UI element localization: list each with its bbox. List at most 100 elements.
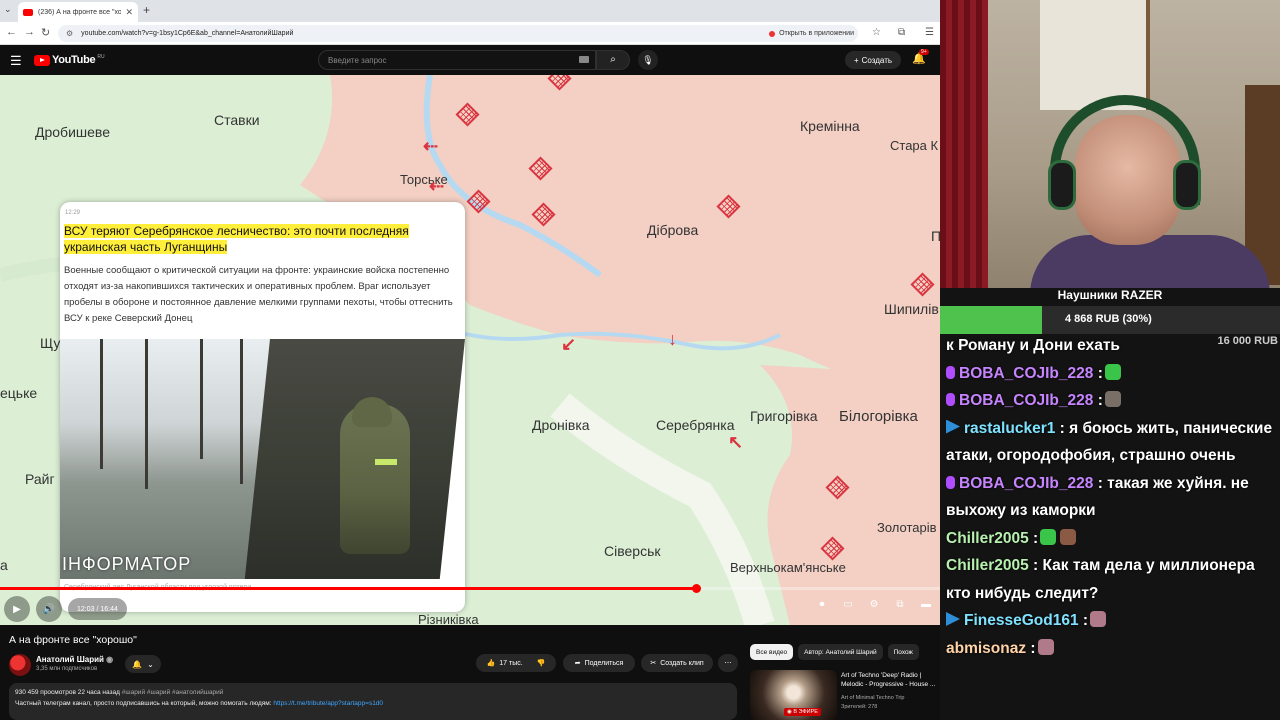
forward-icon[interactable]: → (24, 26, 35, 38)
share-button[interactable]: ➦ Поделиться (563, 654, 635, 672)
tab-strip: ⌄ (236) А на фронте все "хорошо" ✕ + (0, 0, 940, 22)
keyboard-icon[interactable] (579, 56, 589, 63)
related-video-thumbnail[interactable]: ◉ В ЭФИРЕ (750, 670, 837, 720)
chip-all-videos[interactable]: Все видео (750, 644, 794, 660)
tree-trunk (200, 339, 203, 459)
extensions-icon[interactable]: ⧉ (898, 27, 905, 38)
description-link[interactable]: https://t.me/tribute/app?startapp=s1d0 (273, 700, 383, 707)
guide-menu-icon[interactable]: ☰ (10, 53, 22, 69)
back-icon[interactable]: ← (6, 26, 17, 38)
search-button[interactable]: ⌕ (596, 50, 630, 70)
more-actions-button[interactable]: ⋯ (718, 654, 738, 672)
search-placeholder: Введите запрос (328, 55, 387, 65)
reload-icon[interactable]: ↻ (41, 26, 50, 39)
progress-handle[interactable] (691, 584, 701, 593)
mute-button[interactable]: 🔊 (36, 596, 62, 622)
new-tab-icon[interactable]: + (143, 3, 150, 17)
open-in-app-button[interactable]: Открыть в приложении (769, 25, 854, 42)
channel-avatar[interactable] (9, 654, 31, 676)
bell-icon: 🔔 (132, 659, 143, 669)
chat-text: к Роману и Дони ехать (946, 337, 1120, 354)
notifications-button[interactable]: 🔔 9+ (912, 49, 929, 65)
tab-search-icon[interactable]: ⌄ (4, 4, 12, 15)
emote-icon (1104, 391, 1121, 407)
open-in-app-label: Открыть в приложении (779, 30, 854, 37)
app-icon (769, 30, 776, 37)
theater-mode-icon[interactable]: ▬ (916, 599, 936, 617)
clip-button[interactable]: ✂ Создать клип (641, 654, 713, 672)
tree-trunk (100, 339, 103, 469)
video-description[interactable]: 930 459 просмотров 22 часа назад #шарий … (9, 683, 737, 720)
menu-icon[interactable]: ☰ (925, 27, 934, 38)
youtube-play-icon (34, 54, 50, 66)
player-controls-left: ▶ 🔊 12:03 / 16:44 (4, 596, 127, 622)
progress-bar[interactable] (0, 584, 940, 593)
bookmark-star-icon[interactable]: ☆ (872, 27, 881, 38)
chip-similar[interactable]: Похож (887, 644, 919, 660)
chat-nickname[interactable]: abmisonaz (946, 640, 1026, 657)
map-place-label: а (0, 557, 8, 573)
emote-icon (1060, 528, 1077, 545)
plus-icon: + (853, 55, 859, 65)
chat-message: BOBA_COJIb_228 : (946, 360, 1278, 388)
voice-search-button[interactable]: 🎙 (638, 50, 658, 70)
share-label: Поделиться (584, 659, 624, 667)
map-place-label: Дронівка (532, 417, 590, 433)
video-player[interactable]: Дробишеве Ставки Торське Кремінна Стара … (0, 75, 940, 625)
miniplayer-icon[interactable]: ⧉ (890, 599, 910, 617)
time-display: 12:03 / 16:44 (68, 598, 127, 620)
chat-text: : (1097, 392, 1103, 409)
chat-nickname[interactable]: Chiller2005 (946, 557, 1029, 574)
autoplay-toggle-icon[interactable]: ⏺ (812, 599, 832, 617)
map-place-label: Верхньокам'янське (730, 560, 846, 575)
chat-nickname[interactable]: rastalucker1 (964, 420, 1055, 437)
chat-nickname[interactable]: FinesseGod161 (964, 612, 1079, 629)
close-tab-icon[interactable]: ✕ (125, 7, 133, 18)
emote-icon (1104, 363, 1121, 380)
chat-nickname[interactable]: BOBA_COJIb_228 (959, 365, 1093, 382)
channel-name[interactable]: Анатолий Шарий ◉ (36, 655, 113, 664)
webcam-feed (940, 0, 1280, 288)
related-viewers: Зрителей: 278 (841, 704, 878, 710)
map-place-label: Білогорівка (839, 408, 918, 425)
player-controls-right: ⏺ ▭ ⚙ ⧉ ▬ (812, 599, 936, 617)
map-place-label: Райг (25, 471, 55, 487)
clip-label: Создать клип (660, 659, 704, 667)
map-place-label: Сіверськ (604, 543, 661, 559)
shelf (1040, 0, 1150, 110)
more-icon: ⋯ (724, 660, 732, 667)
map-place-label: Щу (40, 335, 61, 351)
chip-by-author[interactable]: Автор: Анатолий Шарий (798, 644, 883, 660)
play-icon: ▶ (13, 603, 21, 615)
browser-tab[interactable]: (236) А на фронте все "хорошо" ✕ (18, 2, 138, 22)
settings-gear-icon[interactable]: ⚙ (864, 599, 884, 617)
youtube-logo[interactable]: YouTube RU (34, 54, 105, 66)
like-button[interactable]: 👍 17 тыс. 👎 (476, 654, 556, 672)
logo-country: RU (97, 53, 105, 60)
create-button[interactable]: + Создать (845, 51, 901, 69)
donation-bar: 4 868 RUB (30%) (940, 306, 1280, 334)
thumbs-up-icon: 👍 (486, 660, 496, 667)
search-input[interactable]: Введите запрос (318, 50, 596, 70)
hashtags[interactable]: #шарий #шарий #анатолийшарий (122, 689, 224, 696)
advance-arrow-icon: ⇠ (423, 136, 439, 156)
map-place-label: Ставки (214, 112, 260, 128)
live-label: В ЭФИРЕ (793, 709, 818, 715)
notification-badge: 9+ (919, 49, 929, 55)
thumbs-down-icon[interactable]: 👎 (537, 659, 546, 667)
news-photo: ІНФОРМАТОР (60, 339, 465, 579)
search-icon: ⌕ (610, 54, 616, 65)
subscription-bell-button[interactable]: 🔔 ⌄ (125, 655, 161, 673)
site-info-icon[interactable]: ⚙ (66, 29, 73, 38)
chat-text: : (1082, 612, 1089, 629)
chat-nickname[interactable]: Chiller2005 (946, 530, 1029, 547)
chat-nickname[interactable]: BOBA_COJIb_228 (959, 475, 1093, 492)
soldier-armband (375, 459, 397, 465)
chat-nickname[interactable]: BOBA_COJIb_228 (959, 392, 1093, 409)
url-text: youtube.com/watch?v=g-1bsy1Cp6E&ab_chann… (81, 30, 294, 37)
logo-word: YouTube (52, 54, 96, 66)
related-video-title[interactable]: Art of Techno 'Deep' Radio | Melodic - P… (841, 671, 940, 689)
play-button[interactable]: ▶ (4, 596, 30, 622)
subtitles-icon[interactable]: ▭ (838, 599, 858, 617)
url-field[interactable]: ⚙ youtube.com/watch?v=g-1bsy1Cp6E&ab_cha… (58, 25, 858, 42)
